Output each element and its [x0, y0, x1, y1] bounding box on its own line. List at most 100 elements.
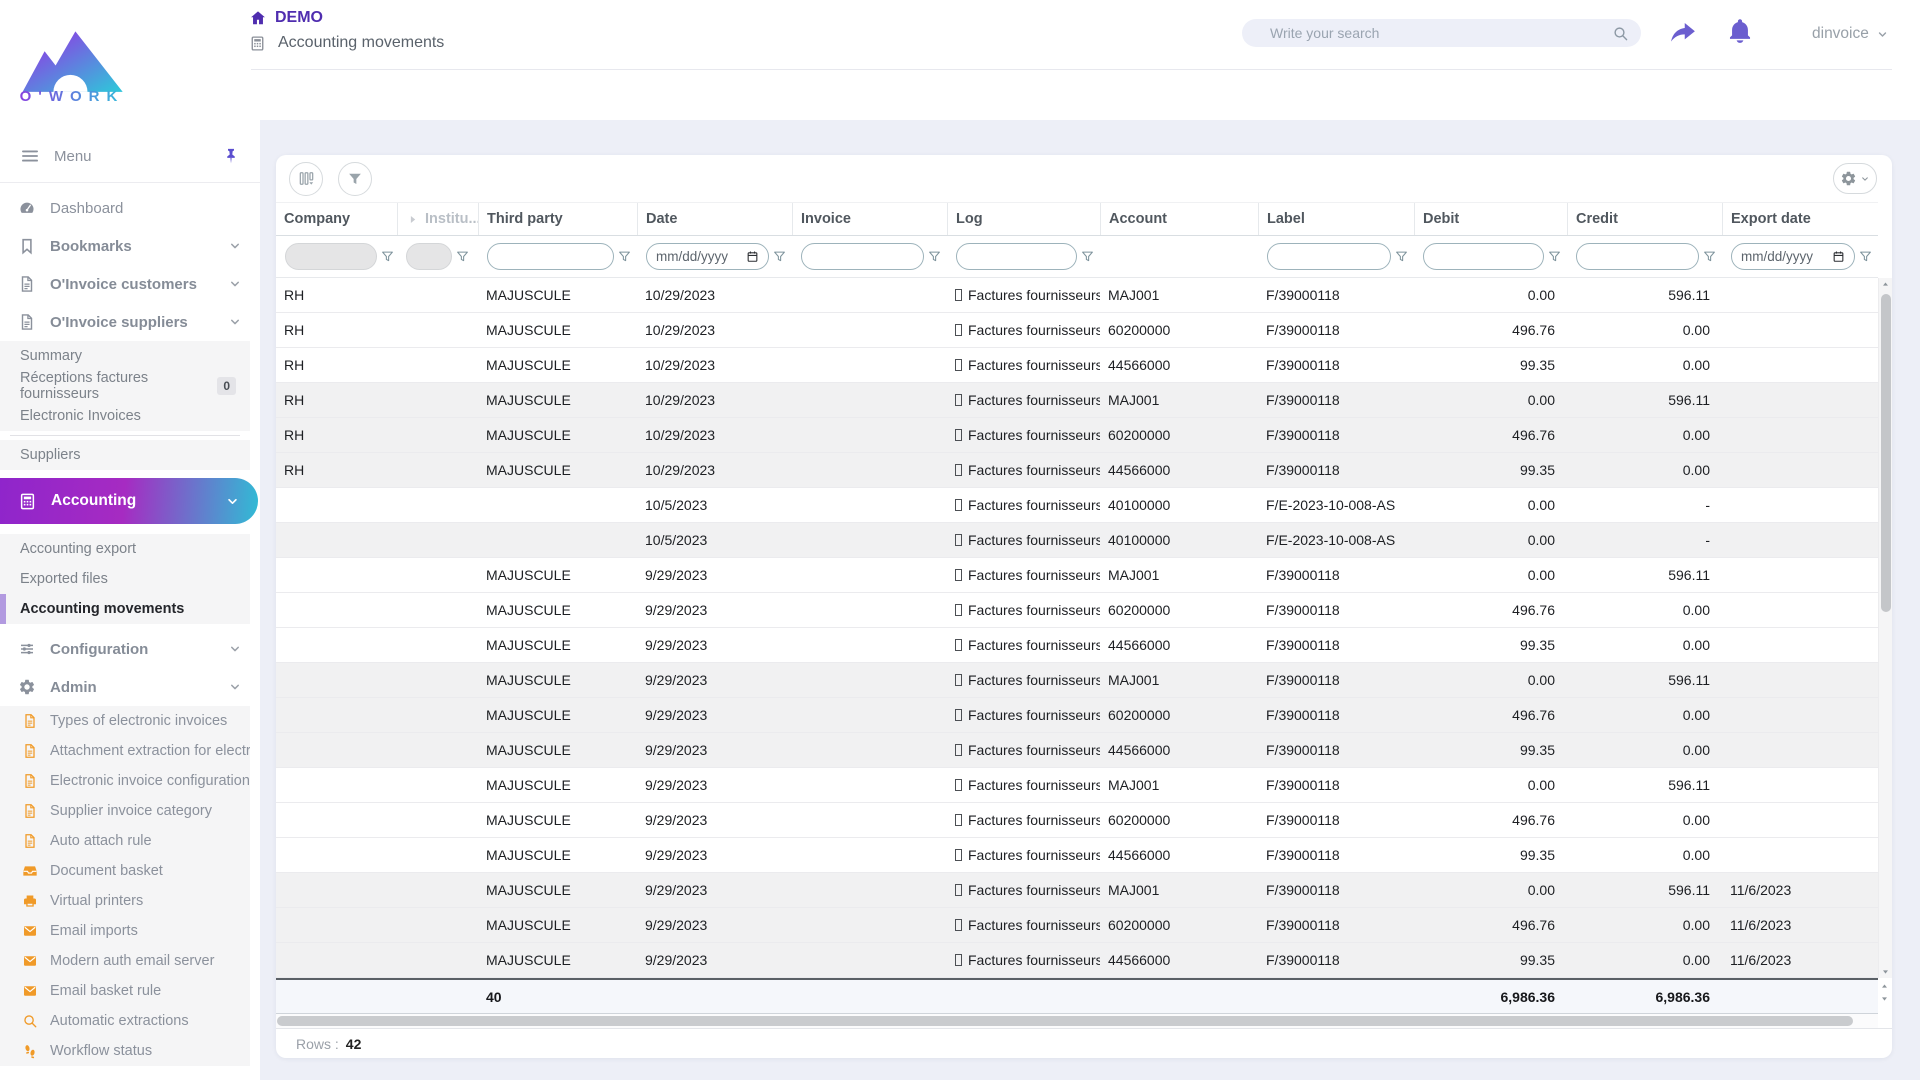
table-row[interactable]: RH MAJUSCULE 10/29/2023 Factures fournisseu… [276, 453, 1878, 488]
column-header-account[interactable]: Account [1100, 203, 1258, 235]
funnel-icon[interactable] [1702, 249, 1717, 264]
table-row[interactable]: RH MAJUSCULE 10/29/2023 Factures fournisseu… [276, 418, 1878, 453]
table-row[interactable]: MAJUSCULE 9/29/2023 Factures fournisseurs M… [276, 768, 1878, 803]
column-header-credit[interactable]: Credit [1567, 203, 1722, 235]
table-row[interactable]: MAJUSCULE 9/29/2023 Factures fournisseurs 6… [276, 593, 1878, 628]
column-header-debit[interactable]: Debit [1414, 203, 1567, 235]
filter-input-debit[interactable] [1423, 243, 1544, 270]
funnel-icon[interactable] [455, 249, 470, 264]
sidebar-subitem-types-of-electronic-invoices[interactable]: Types of electronic invoices [0, 706, 250, 736]
tri-down-icon[interactable] [1880, 966, 1891, 977]
column-header-export-date[interactable]: Export date [1722, 203, 1878, 235]
scroll-down-icon[interactable] [1880, 966, 1891, 977]
sidebar-subitem-electronic-invoice-configuration[interactable]: Electronic invoice configuration [0, 766, 250, 796]
vertical-scrollbar[interactable] [1878, 278, 1892, 978]
column-chooser-button[interactable] [289, 161, 323, 196]
user-menu[interactable]: dinvoice [1812, 25, 1889, 43]
sidebar-subitem-modern-auth-email-server[interactable]: Modern auth email server [0, 946, 250, 976]
column-header-third-party[interactable]: Third party [478, 203, 637, 235]
filter-input-date[interactable]: mm/dd/yyyy [646, 243, 769, 270]
sidebar-subitem-suppliers[interactable]: Suppliers [0, 440, 250, 470]
table-row[interactable]: MAJUSCULE 9/29/2023 Factures fournisseurs M… [276, 558, 1878, 593]
calendar-icon[interactable] [746, 250, 759, 263]
sidebar-subitem-accounting-export[interactable]: Accounting export [0, 534, 250, 564]
filter-input-label[interactable] [1267, 243, 1391, 270]
vertical-scrollbar-thumb[interactable] [1881, 294, 1891, 612]
sidebar-subitem-supplier-invoice-category[interactable]: Supplier invoice category [0, 796, 250, 826]
search-icon[interactable] [1612, 25, 1629, 42]
table-row[interactable]: MAJUSCULE 9/29/2023 Factures fournisseurs M… [276, 663, 1878, 698]
sidebar-item-bookmarks[interactable]: Bookmarks [0, 227, 260, 265]
column-header-date[interactable]: Date [637, 203, 792, 235]
search-input[interactable] [1268, 24, 1612, 42]
table-row[interactable]: MAJUSCULE 9/29/2023 Factures fournisseurs 6… [276, 908, 1878, 943]
sidebar-subitem-workflow-status[interactable]: Workflow status [0, 1036, 250, 1066]
filter-builder-button[interactable] [338, 161, 372, 196]
funnel-icon[interactable] [1547, 249, 1562, 264]
sidebar-item-o-invoice-suppliers[interactable]: O'Invoice suppliers [0, 303, 260, 341]
table-row[interactable]: 10/5/2023 Factures fournisseurs 40100000 F/… [276, 488, 1878, 523]
share-button[interactable] [1668, 17, 1698, 47]
funnel-icon[interactable] [380, 249, 395, 264]
filter-input-third-party[interactable] [487, 243, 614, 270]
funnel-icon[interactable] [927, 249, 942, 264]
table-row[interactable]: MAJUSCULE 9/29/2023 Factures fournisseurs 4… [276, 943, 1878, 978]
sidebar-item-o-invoice-customers[interactable]: O'Invoice customers [0, 265, 260, 303]
tri-up-icon[interactable] [1879, 981, 1890, 992]
horizontal-scrollbar-thumb[interactable] [277, 1016, 1853, 1026]
sidebar-subitem-attachment-extraction-for-electron[interactable]: Attachment extraction for electron [0, 736, 250, 766]
column-header-log[interactable]: Log [947, 203, 1100, 235]
sidebar-subitem-email-basket-rule[interactable]: Email basket rule [0, 976, 250, 1006]
table-row[interactable]: MAJUSCULE 9/29/2023 Factures fournisseurs 4… [276, 733, 1878, 768]
breadcrumb-app[interactable]: DEMO [249, 9, 444, 27]
scroll-up-icon[interactable] [1880, 279, 1891, 290]
sidebar-subitem-auto-attach-rule[interactable]: Auto attach rule [0, 826, 250, 856]
tri-down-icon[interactable] [1879, 993, 1890, 1004]
table-row[interactable]: RH MAJUSCULE 10/29/2023 Factures fournisseu… [276, 383, 1878, 418]
hamburger-icon[interactable] [20, 146, 40, 166]
sidebar-subitem-virtual-printers[interactable]: Virtual printers [0, 886, 250, 916]
column-header-invoice[interactable]: Invoice [792, 203, 947, 235]
tri-up-icon[interactable] [1880, 279, 1891, 290]
filter-input-credit[interactable] [1576, 243, 1699, 270]
table-row[interactable]: MAJUSCULE 9/29/2023 Factures fournisseurs 4… [276, 838, 1878, 873]
table-row[interactable]: RH MAJUSCULE 10/29/2023 Factures fournisseu… [276, 348, 1878, 383]
funnel-icon[interactable] [1394, 249, 1409, 264]
table-row[interactable]: RH MAJUSCULE 10/29/2023 Factures fournisseu… [276, 278, 1878, 313]
pin-icon[interactable] [222, 147, 240, 165]
table-row[interactable]: MAJUSCULE 9/29/2023 Factures fournisseurs 6… [276, 803, 1878, 838]
table-row[interactable]: MAJUSCULE 9/29/2023 Factures fournisseurs M… [276, 873, 1878, 908]
filter-input-invoice[interactable] [801, 243, 924, 270]
sidebar-subitem-electronic-invoices[interactable]: Electronic Invoices [0, 401, 250, 431]
sidebar-item-accounting[interactable]: Accounting [0, 478, 258, 524]
grid-settings-button[interactable] [1833, 163, 1877, 194]
notifications-bell-button[interactable] [1726, 17, 1754, 45]
column-header-institu[interactable]: Institu... [397, 203, 478, 235]
table-row[interactable]: RH MAJUSCULE 10/29/2023 Factures fournisseu… [276, 313, 1878, 348]
sidebar-subitem-exported-files[interactable]: Exported files [0, 564, 250, 594]
funnel-icon[interactable] [1080, 249, 1095, 264]
sidebar-item-configuration[interactable]: Configuration [0, 630, 260, 668]
filter-input-export-date[interactable]: mm/dd/yyyy [1731, 243, 1855, 270]
table-row[interactable]: 10/5/2023 Factures fournisseurs 40100000 F/… [276, 523, 1878, 558]
funnel-icon[interactable] [1858, 249, 1873, 264]
sidebar-subitem-summary[interactable]: Summary [0, 341, 250, 371]
sidebar-subitem-accounting-movements[interactable]: Accounting movements [0, 594, 250, 624]
funnel-icon[interactable] [617, 249, 632, 264]
horizontal-scrollbar[interactable] [276, 1014, 1878, 1028]
funnel-icon[interactable] [772, 249, 787, 264]
table-row[interactable]: MAJUSCULE 9/29/2023 Factures fournisseurs 6… [276, 698, 1878, 733]
totals-scroll-arrows[interactable] [1878, 981, 1891, 1004]
sidebar-subitem-r-ceptions-factures-fournisseurs[interactable]: Réceptions factures fournisseurs 0 [0, 370, 250, 402]
filter-input-log[interactable] [956, 243, 1077, 270]
sidebar-subitem-email-imports[interactable]: Email imports [0, 916, 250, 946]
sidebar-subitem-document-basket[interactable]: Document basket [0, 856, 250, 886]
sidebar-item-dashboard[interactable]: Dashboard [0, 189, 260, 227]
sidebar-item-admin[interactable]: Admin [0, 668, 260, 706]
table-row[interactable]: MAJUSCULE 9/29/2023 Factures fournisseurs 4… [276, 628, 1878, 663]
cell-credit: - [1705, 532, 1710, 548]
sidebar-subitem-automatic-extractions[interactable]: Automatic extractions [0, 1006, 250, 1036]
column-header-company[interactable]: Company [276, 203, 397, 235]
column-header-label[interactable]: Label [1258, 203, 1414, 235]
calendar-icon[interactable] [1832, 250, 1845, 263]
